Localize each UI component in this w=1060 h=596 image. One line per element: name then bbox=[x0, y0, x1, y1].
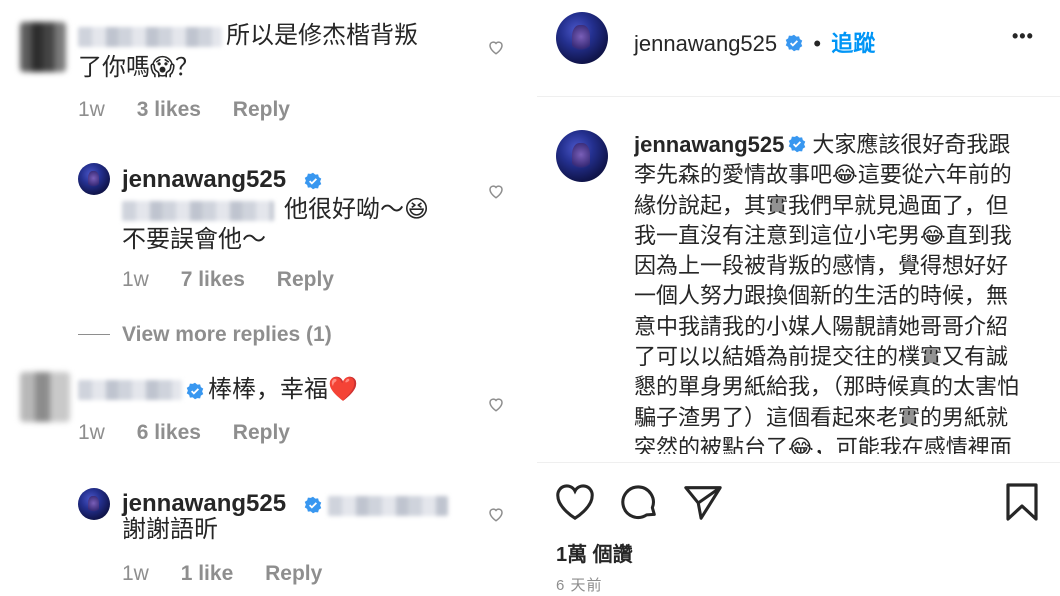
comment-text: 了你嗎😱？ bbox=[78, 54, 200, 81]
caption-username[interactable]: jennawang525 bbox=[634, 132, 784, 157]
reply-likes[interactable]: 1 like bbox=[181, 562, 234, 585]
likes-count[interactable]: 1萬 個讚 bbox=[556, 538, 633, 567]
header-dot: • bbox=[813, 31, 822, 56]
comment-meta: 1w 3 likes Reply bbox=[78, 98, 316, 122]
reply-button[interactable]: Reply bbox=[277, 268, 334, 291]
comment-likes[interactable]: 6 likes bbox=[137, 421, 201, 444]
reply-time[interactable]: 1w bbox=[122, 562, 149, 585]
header-divider bbox=[537, 96, 1060, 97]
like-heart-icon[interactable] bbox=[487, 182, 505, 200]
verified-badge-icon bbox=[304, 172, 322, 190]
reply-button[interactable]: Reply bbox=[265, 562, 322, 585]
reply-username[interactable]: jennawang525 bbox=[122, 166, 286, 194]
actions-divider bbox=[537, 462, 1060, 463]
reply-meta: 1w 1 like Reply bbox=[122, 562, 348, 586]
comment-time[interactable]: 1w bbox=[78, 98, 105, 121]
commenter-avatar[interactable] bbox=[20, 372, 70, 422]
reply-button[interactable]: Reply bbox=[233, 98, 290, 121]
share-direct-icon[interactable] bbox=[682, 482, 724, 522]
view-more-replies-button[interactable]: View more replies (1) bbox=[122, 323, 332, 347]
more-options-icon[interactable]: ••• bbox=[1012, 26, 1034, 47]
reply-text: 謝謝語昕 bbox=[122, 516, 218, 543]
reply-meta: 1w 7 likes Reply bbox=[122, 268, 360, 292]
like-heart-icon[interactable] bbox=[487, 395, 505, 413]
reply-text: 不要誤會他～ bbox=[122, 226, 266, 253]
caption-text: 大家應該很好奇我跟李先森的愛情故事吧😂這要從六年前的緣份說起，其實我們早就見過面… bbox=[634, 132, 1020, 454]
comment-likes[interactable]: 3 likes bbox=[137, 98, 201, 121]
follow-button[interactable]: 追蹤 bbox=[831, 31, 875, 56]
comment-meta: 1w 6 likes Reply bbox=[78, 421, 316, 445]
reply-likes[interactable]: 7 likes bbox=[181, 268, 245, 291]
verified-badge-icon bbox=[789, 135, 806, 153]
post-author-username[interactable]: jennawang525 bbox=[634, 31, 777, 56]
verified-badge-icon bbox=[786, 34, 803, 52]
jennawang-avatar[interactable] bbox=[78, 488, 110, 520]
reply-button[interactable]: Reply bbox=[233, 421, 290, 444]
like-heart-icon[interactable] bbox=[487, 38, 505, 56]
commenter-username-redacted[interactable] bbox=[78, 27, 222, 47]
like-heart-icon[interactable] bbox=[554, 482, 596, 522]
comment-text: 所以是修杰楷背叛 bbox=[226, 22, 418, 49]
verified-badge-icon bbox=[304, 496, 322, 514]
commenter-avatar[interactable] bbox=[20, 22, 66, 72]
comment-text: 棒棒，幸福❤️ bbox=[208, 376, 358, 403]
post-author-avatar[interactable] bbox=[556, 12, 608, 64]
reply-time[interactable]: 1w bbox=[122, 268, 149, 291]
mention-redacted[interactable] bbox=[122, 201, 274, 221]
view-more-line bbox=[78, 334, 110, 335]
comment-time[interactable]: 1w bbox=[78, 421, 105, 444]
post-time[interactable]: 6 天前 bbox=[556, 574, 603, 595]
jennawang-avatar[interactable] bbox=[78, 163, 110, 195]
mention-redacted[interactable] bbox=[328, 496, 448, 516]
comment-icon[interactable] bbox=[618, 482, 660, 522]
verified-badge-icon bbox=[186, 382, 204, 400]
reply-text: 他很好呦～😆 bbox=[284, 196, 430, 223]
post-header: jennawang525 • 追蹤 bbox=[634, 26, 875, 58]
caption-author-avatar[interactable] bbox=[556, 130, 608, 182]
post-caption: jennawang525 大家應該很好奇我跟李先森的愛情故事吧😂這要從六年前的緣份… bbox=[634, 130, 1024, 454]
like-heart-icon[interactable] bbox=[487, 505, 505, 523]
commenter-username-redacted[interactable] bbox=[78, 380, 182, 400]
save-bookmark-icon[interactable] bbox=[1004, 482, 1040, 522]
